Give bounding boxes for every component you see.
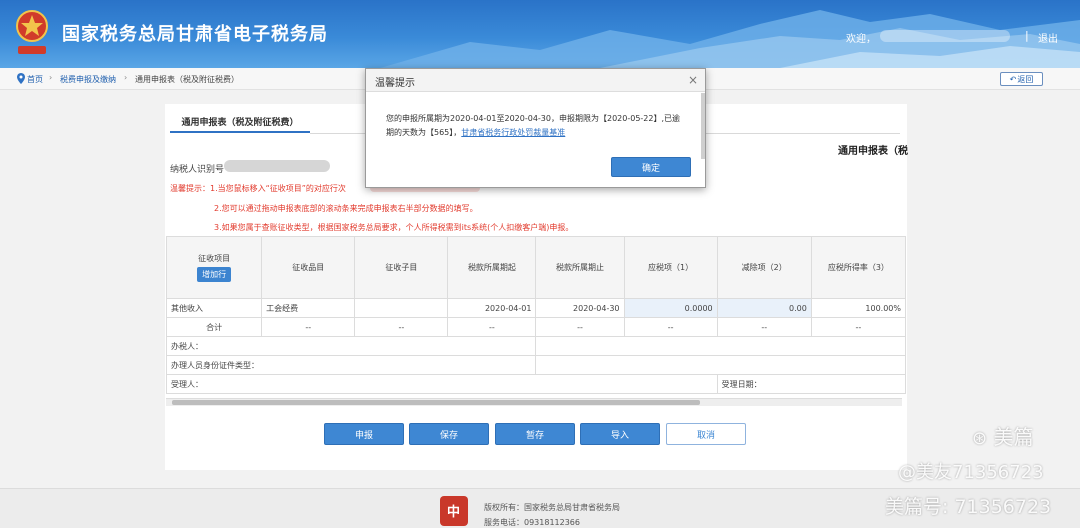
warning-dialog: 温馨提示 × 您的申报所属期为2020-04-01至2020-04-30，申报期… (365, 68, 706, 188)
watermark-brand-text: 美篇 (993, 425, 1034, 449)
close-icon[interactable]: × (688, 73, 698, 87)
dialog-title: 温馨提示 (375, 78, 415, 89)
meipian-logo-icon: ⊛ (972, 428, 988, 449)
penalty-standard-link[interactable]: 甘肃省税务行政处罚裁量基准 (461, 128, 565, 137)
watermark-id: 美篇号: 71356723 (885, 496, 1052, 518)
dialog-header: 温馨提示 × (366, 69, 705, 92)
watermark-brand: ⊛ 美篇 (972, 421, 1033, 450)
confirm-button[interactable]: 确定 (611, 157, 691, 177)
watermark-user: @美友71356723 (898, 462, 1044, 483)
dialog-scrollbar[interactable] (701, 93, 705, 159)
dialog-message: 您的申报所属期为2020-04-01至2020-04-30，申报期限为【2020… (386, 112, 686, 140)
